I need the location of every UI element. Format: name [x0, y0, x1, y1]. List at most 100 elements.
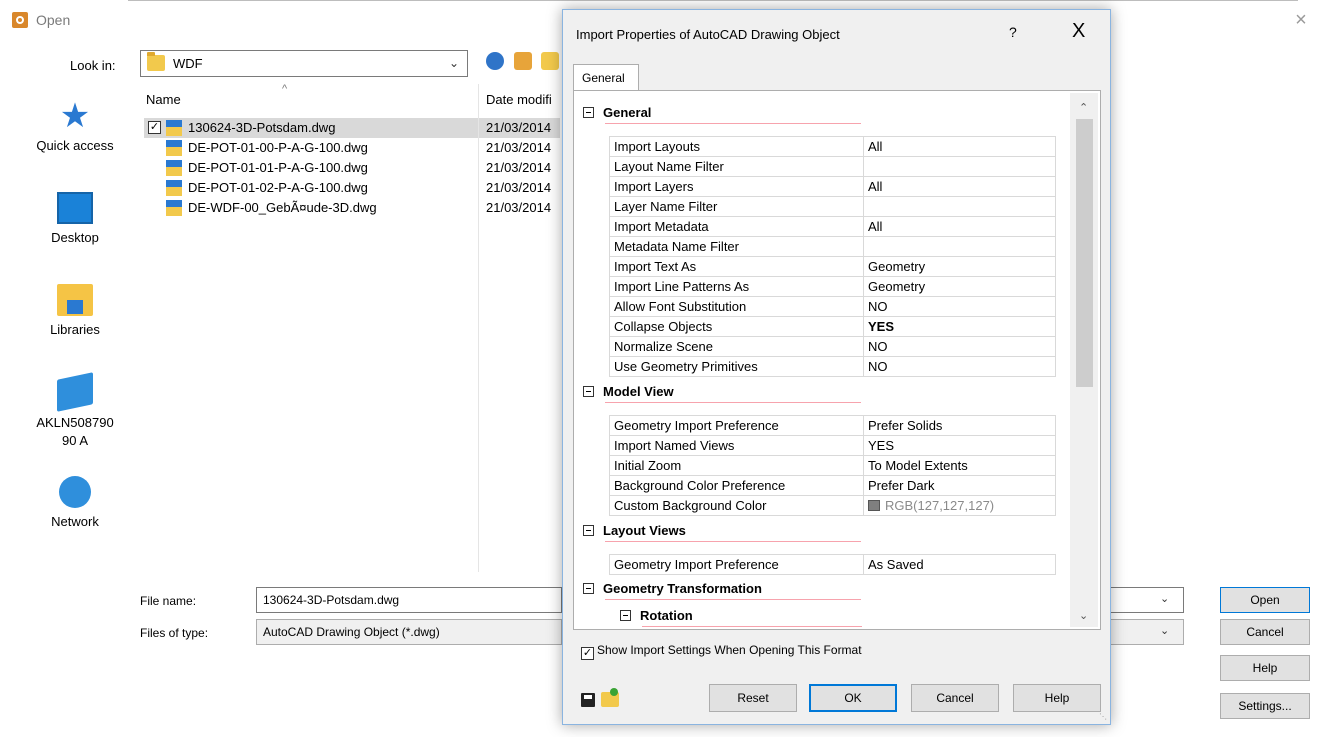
section-layout-views[interactable]: Layout Views [583, 523, 686, 538]
property-row[interactable]: Import Layers All [609, 176, 1056, 197]
place-quick-access[interactable]: ★ Quick access [14, 99, 136, 153]
collapse-icon[interactable] [583, 386, 594, 397]
help-button[interactable]: Help [1013, 684, 1101, 712]
property-row[interactable]: Layer Name Filter [609, 196, 1056, 217]
section-geometry-transformation[interactable]: Geometry Transformation [583, 581, 762, 596]
property-value[interactable]: As Saved [863, 554, 1056, 575]
property-value[interactable]: Prefer Dark [863, 475, 1056, 496]
section-title: Rotation [640, 608, 693, 623]
file-name-dropdown[interactable] [1110, 587, 1184, 613]
property-value[interactable]: All [863, 216, 1056, 237]
app-icon [12, 12, 28, 28]
collapse-icon[interactable] [583, 107, 594, 118]
property-value[interactable]: Geometry [863, 276, 1056, 297]
file-list[interactable]: Name Date modifi ✓ 130624-3D-Potsdam.dwg… [140, 84, 570, 574]
up-folder-icon[interactable] [513, 52, 532, 70]
cancel-button[interactable]: Cancel [911, 684, 999, 712]
column-header-name[interactable]: Name [146, 92, 181, 107]
scroll-up-icon[interactable]: ⌃ [1079, 101, 1088, 114]
close-icon[interactable]: × [1289, 8, 1313, 32]
chevron-down-icon[interactable]: ⌄ [1160, 624, 1169, 637]
save-icon[interactable] [581, 693, 595, 707]
reset-button[interactable]: Reset [709, 684, 797, 712]
property-value[interactable]: NO [863, 296, 1056, 317]
section-underline [642, 626, 862, 627]
show-settings-label: Show Import Settings When Opening This F… [597, 643, 862, 657]
open-button[interactable]: Open [1220, 587, 1310, 613]
property-row[interactable]: Use Geometry Primitives NO [609, 356, 1056, 377]
column-header-date[interactable]: Date modifi [486, 92, 552, 107]
collapse-icon[interactable] [620, 610, 631, 621]
property-row[interactable]: Allow Font Substitution NO [609, 296, 1056, 317]
section-general[interactable]: General [583, 105, 651, 120]
section-model-view[interactable]: Model View [583, 384, 674, 399]
dwg-file-icon [166, 180, 182, 196]
property-row[interactable]: Background Color Preference Prefer Dark [609, 475, 1056, 496]
scroll-thumb[interactable] [1076, 119, 1093, 387]
property-value[interactable]: Prefer Solids [863, 415, 1056, 436]
property-row[interactable]: Import Text As Geometry [609, 256, 1056, 277]
file-name: 130624-3D-Potsdam.dwg [188, 120, 336, 135]
scroll-down-icon[interactable]: ⌄ [1079, 609, 1088, 622]
ok-button[interactable]: OK [809, 684, 897, 712]
property-row[interactable]: Import Metadata All [609, 216, 1056, 237]
property-row[interactable]: Normalize Scene NO [609, 336, 1056, 357]
property-row[interactable]: Custom Background Color RGB(127,127,127) [609, 495, 1056, 516]
property-row[interactable]: Initial Zoom To Model Extents [609, 455, 1056, 476]
dwg-file-icon [166, 200, 182, 216]
property-row[interactable]: Metadata Name Filter [609, 236, 1056, 257]
column-separator[interactable] [478, 84, 479, 572]
cancel-button[interactable]: Cancel [1220, 619, 1310, 645]
property-value[interactable] [863, 156, 1056, 177]
place-desktop[interactable]: Desktop [14, 192, 136, 245]
collapse-icon[interactable] [583, 525, 594, 536]
vertical-scrollbar[interactable]: ⌃ ⌄ [1070, 93, 1098, 627]
show-settings-checkbox[interactable]: ✓ Show Import Settings When Opening This … [581, 643, 862, 660]
file-checkbox[interactable]: ✓ [148, 121, 161, 134]
property-key: Layout Name Filter [609, 156, 864, 177]
look-in-combo[interactable]: WDF ⌄ [140, 50, 468, 77]
property-value[interactable]: Geometry [863, 256, 1056, 277]
new-folder-icon[interactable] [541, 52, 560, 70]
settings-button[interactable]: Settings... [1220, 693, 1310, 719]
files-of-type-select[interactable]: AutoCAD Drawing Object (*.dwg) [256, 619, 562, 645]
property-row[interactable]: Geometry Import Preference Prefer Solids [609, 415, 1056, 436]
file-name-input[interactable]: 130624-3D-Potsdam.dwg [256, 587, 562, 613]
back-icon[interactable] [486, 52, 504, 70]
chevron-down-icon[interactable]: ⌄ [449, 56, 459, 70]
chevron-down-icon[interactable]: ⌄ [1160, 592, 1169, 605]
property-value[interactable]: All [863, 176, 1056, 197]
property-value[interactable]: All [863, 136, 1056, 157]
property-value[interactable]: NO [863, 356, 1056, 377]
property-key: Import Layouts [609, 136, 864, 157]
property-row[interactable]: Import Line Patterns As Geometry [609, 276, 1056, 297]
checkbox-check-icon[interactable]: ✓ [581, 647, 594, 660]
place-libraries[interactable]: Libraries [14, 284, 136, 337]
section-rotation[interactable]: Rotation [620, 608, 693, 623]
property-row[interactable]: Collapse Objects YES [609, 316, 1056, 337]
tab-general[interactable]: General [573, 64, 639, 91]
load-settings-icon[interactable] [601, 688, 619, 707]
property-row[interactable]: Import Layouts All [609, 136, 1056, 157]
collapse-icon[interactable] [583, 583, 594, 594]
property-value[interactable] [863, 196, 1056, 217]
property-row[interactable]: Layout Name Filter [609, 156, 1056, 177]
file-row[interactable]: ✓ 130624-3D-Potsdam.dwg 21/03/2014 [144, 118, 560, 138]
property-value[interactable]: RGB(127,127,127) [863, 495, 1056, 516]
property-row[interactable]: Geometry Import Preference As Saved [609, 554, 1056, 575]
property-value[interactable]: To Model Extents [863, 455, 1056, 476]
property-value[interactable] [863, 236, 1056, 257]
place-network[interactable]: Network [14, 476, 136, 529]
place-computer[interactable]: AKLN50879090 A [14, 372, 136, 450]
property-row[interactable]: Import Named Views YES [609, 435, 1056, 456]
files-of-type-dropdown[interactable] [1110, 619, 1184, 645]
close-icon[interactable]: X [1072, 20, 1085, 43]
property-key: Geometry Import Preference [609, 554, 864, 575]
property-value[interactable]: YES [863, 435, 1056, 456]
property-value[interactable]: YES [863, 316, 1056, 337]
property-value[interactable]: NO [863, 336, 1056, 357]
resize-grip-icon[interactable]: ⋱ [1099, 712, 1107, 721]
help-icon[interactable]: ? [1009, 24, 1017, 40]
dwg-file-icon [166, 140, 182, 156]
help-button[interactable]: Help [1220, 655, 1310, 681]
